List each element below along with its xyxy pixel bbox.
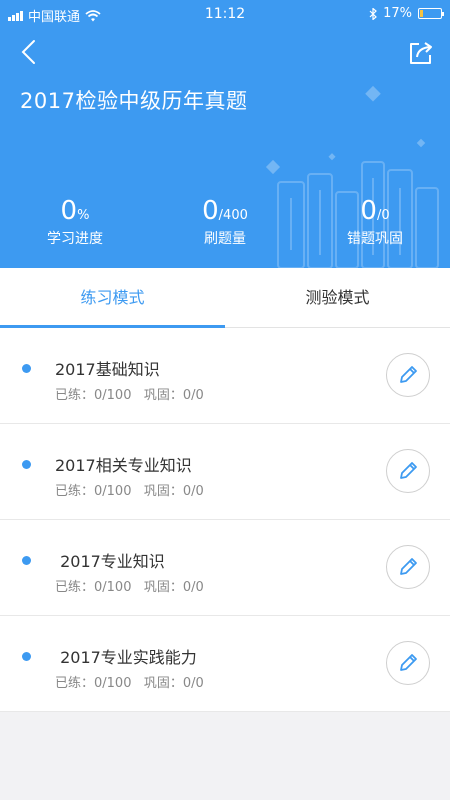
practiced-count: 已练：0/100 xyxy=(55,484,132,499)
chapter-stats: 已练：0/100 巩固：0/0 xyxy=(55,480,204,499)
back-arrow-icon[interactable] xyxy=(14,36,46,68)
stat-question-count: 0/400 刷题量 xyxy=(165,196,285,248)
chapter-stats: 已练：0/100 巩固：0/0 xyxy=(55,672,204,691)
list-item[interactable]: 2017专业实践能力 已练：0/100 巩固：0/0 xyxy=(0,616,450,712)
chapter-name: 2017基础知识 xyxy=(55,360,160,379)
list-item[interactable]: 2017专业知识 已练：0/100 巩固：0/0 xyxy=(0,520,450,616)
practiced-count: 已练：0/100 xyxy=(55,676,132,691)
stat-wrong-review-label: 错题巩固 xyxy=(347,231,403,247)
consolidated-count: 巩固：0/0 xyxy=(143,676,204,691)
pencil-icon xyxy=(400,366,417,383)
stat-progress-value: 0 xyxy=(60,196,78,226)
list-item[interactable]: 2017相关专业知识 已练：0/100 巩固：0/0 xyxy=(0,424,450,520)
stat-wrong-review-value: 0 xyxy=(360,196,377,226)
stat-wrong-review: 0/0 错题巩固 xyxy=(315,196,435,248)
stat-progress-unit: % xyxy=(77,208,90,223)
practiced-count: 已练：0/100 xyxy=(55,388,132,403)
stat-progress-label: 学习进度 xyxy=(47,231,103,247)
chapter-stats: 已练：0/100 巩固：0/0 xyxy=(55,384,204,403)
practice-button[interactable] xyxy=(386,641,430,685)
stat-progress: 0% 学习进度 xyxy=(15,196,135,248)
tab-test-mode[interactable]: 测验模式 xyxy=(225,268,450,328)
share-icon[interactable] xyxy=(406,38,436,68)
status-bar: 中国联通 11:12 17% xyxy=(0,0,450,28)
bullet-dot xyxy=(22,364,31,373)
header: 中国联通 11:12 17% 2017检验中级历年真题 0% 学习进度 0/40… xyxy=(0,0,450,268)
consolidated-count: 巩固：0/0 xyxy=(143,484,204,499)
stat-question-count-unit: /400 xyxy=(218,208,248,223)
pencil-icon xyxy=(400,654,417,671)
mode-tabs: 练习模式 测验模式 xyxy=(0,268,450,328)
chapter-name: 2017专业实践能力 xyxy=(55,648,197,667)
page-title: 2017检验中级历年真题 xyxy=(20,89,248,113)
chapter-name: 2017相关专业知识 xyxy=(55,456,192,475)
practiced-count: 已练：0/100 xyxy=(55,580,132,595)
battery-icon xyxy=(418,8,444,19)
consolidated-count: 巩固：0/0 xyxy=(143,580,204,595)
stats-row: 0% 学习进度 0/400 刷题量 0/0 错题巩固 xyxy=(0,196,450,256)
stat-question-count-label: 刷题量 xyxy=(204,231,246,247)
bullet-dot xyxy=(22,556,31,565)
stat-wrong-review-unit: /0 xyxy=(376,208,390,223)
chapter-name: 2017专业知识 xyxy=(55,552,165,571)
bullet-dot xyxy=(22,460,31,469)
consolidated-count: 巩固：0/0 xyxy=(143,388,204,403)
pencil-icon xyxy=(400,558,417,575)
chapter-list: 2017基础知识 已练：0/100 巩固：0/0 2017相关专业知识 已练：0… xyxy=(0,328,450,712)
practice-button[interactable] xyxy=(386,545,430,589)
practice-button[interactable] xyxy=(386,353,430,397)
battery-percent: 17% xyxy=(383,6,412,21)
bullet-dot xyxy=(22,652,31,661)
tab-practice-mode[interactable]: 练习模式 xyxy=(0,268,225,328)
chapter-stats: 已练：0/100 巩固：0/0 xyxy=(55,576,204,595)
practice-button[interactable] xyxy=(386,449,430,493)
stat-question-count-value: 0 xyxy=(202,196,219,226)
list-item[interactable]: 2017基础知识 已练：0/100 巩固：0/0 xyxy=(0,328,450,424)
bluetooth-icon xyxy=(369,7,377,20)
pencil-icon xyxy=(400,462,417,479)
